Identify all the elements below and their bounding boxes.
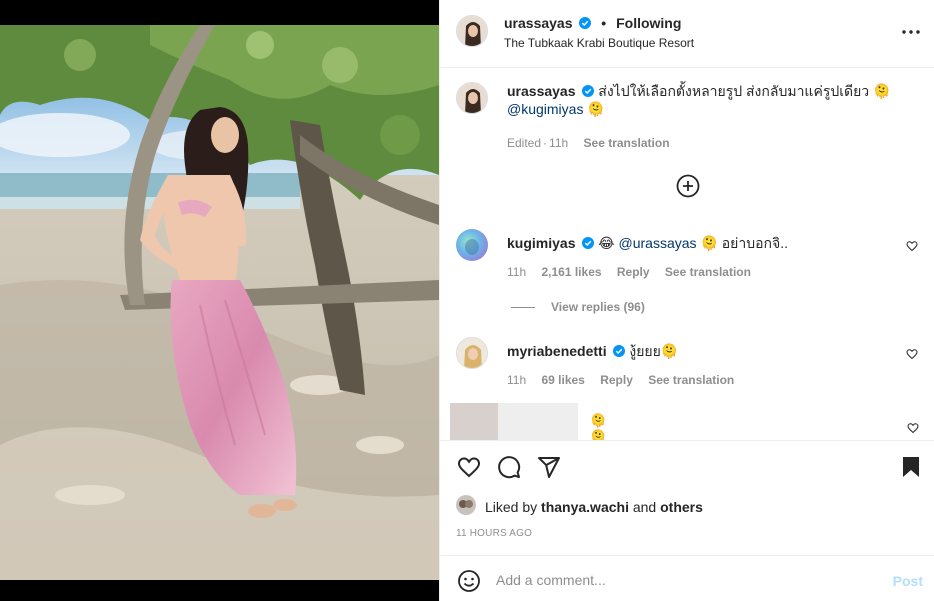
view-replies-label[interactable]: View replies (96) <box>551 300 645 314</box>
more-options-icon[interactable] <box>901 22 921 42</box>
caption-time: 11h <box>549 136 569 150</box>
comment-time: 11h <box>507 373 527 387</box>
comment-icon[interactable] <box>497 455 521 479</box>
send-icon[interactable] <box>537 455 561 479</box>
commenter-avatar[interactable] <box>456 229 488 261</box>
post-header: urassayas • Following The Tubkaak Krabi … <box>440 0 934 68</box>
caption-meta: Edited · 11h See translation <box>507 136 670 150</box>
comment-text: 🫠🫠🫠🫠🫠🫠 <box>590 413 608 440</box>
comment-meta: 11h 2,161 likes Reply See translation <box>507 265 763 279</box>
commenter-avatar[interactable] <box>456 337 488 369</box>
comment-likes[interactable]: 69 likes <box>541 373 584 387</box>
comment-username[interactable]: myriabenedetti <box>507 343 607 359</box>
comment-emoji: 😂 <box>598 235 615 251</box>
comment-username[interactable]: kugimiyas <box>507 235 575 251</box>
post-actions: Liked by thanya.wachi and others 11 HOUR… <box>440 440 934 555</box>
verified-badge-icon <box>582 85 595 97</box>
comment-like-heart-icon[interactable] <box>907 422 919 434</box>
comments-list: urassayas ส่งไปให้เลือกตั้งหลายรูป ส่งกล… <box>440 68 934 440</box>
post-timestamp[interactable]: 11 HOURS AGO <box>456 528 532 539</box>
load-more-comments-icon[interactable] <box>676 174 700 198</box>
blurred-avatar <box>450 403 498 440</box>
post-location[interactable]: The Tubkaak Krabi Boutique Resort <box>504 36 694 50</box>
caption-text: ส่งไปให้เลือกตั้งหลายรูป ส่งกลับมาแค่รูป… <box>598 83 891 99</box>
author-username[interactable]: urassayas <box>504 15 573 31</box>
verified-badge-icon <box>613 345 626 357</box>
post-comment-button[interactable]: Post <box>893 573 923 589</box>
comment-see-translation[interactable]: See translation <box>648 373 734 387</box>
liked-by-conj: and <box>632 499 657 515</box>
caption-username[interactable]: urassayas <box>507 83 576 99</box>
instagram-post-view: urassayas • Following The Tubkaak Krabi … <box>0 0 934 601</box>
bookmark-icon[interactable] <box>899 455 923 479</box>
post-side-panel: urassayas • Following The Tubkaak Krabi … <box>439 0 934 601</box>
liked-by-others[interactable]: others <box>660 499 703 515</box>
caption-see-translation[interactable]: See translation <box>584 136 670 150</box>
reply-button[interactable]: Reply <box>600 373 633 387</box>
caption-avatar[interactable] <box>456 82 488 114</box>
caption-mention-suffix: 🫠 <box>587 101 605 117</box>
comment-time: 11h <box>507 265 527 279</box>
comment-body: kugimiyas 😂 @urassayas 🫠 อย่าบอกจิ.. <box>507 234 907 252</box>
following-button[interactable]: Following <box>616 15 681 31</box>
author-username-line: urassayas • Following <box>504 15 681 31</box>
separator-dot: • <box>601 15 607 31</box>
comment-like-heart-icon[interactable] <box>906 240 918 252</box>
blurred-username <box>498 403 578 440</box>
verified-badge-icon <box>579 17 592 29</box>
caption-edited: Edited <box>507 136 542 150</box>
add-comment-bar: Post <box>440 555 934 601</box>
liker-username[interactable]: thanya.wachi <box>541 499 629 515</box>
comment-mention[interactable]: @urassayas <box>619 235 697 251</box>
beach-photo-image <box>0 25 439 580</box>
comment-body: myriabenedetti งู้ยยย🫠 <box>507 342 907 360</box>
comment-likes[interactable]: 2,161 likes <box>541 265 601 279</box>
comment-like-heart-icon[interactable] <box>906 348 918 360</box>
caption-body: urassayas ส่งไปให้เลือกตั้งหลายรูป ส่งกล… <box>507 82 907 118</box>
comment-text: งู้ยยย🫠 <box>629 343 679 359</box>
liker-avatar[interactable] <box>456 495 476 515</box>
replies-divider-line <box>511 307 535 309</box>
emoji-icon[interactable] <box>457 569 481 593</box>
liked-by-prefix: Liked by <box>485 499 538 515</box>
view-replies-button[interactable]: View replies (96) <box>511 300 645 314</box>
verified-badge-icon <box>582 237 595 249</box>
reply-button[interactable]: Reply <box>617 265 650 279</box>
post-photo[interactable] <box>0 0 439 601</box>
comment-input[interactable] <box>496 569 876 591</box>
author-avatar[interactable] <box>456 15 488 47</box>
comment-text: 🫠 อย่าบอกจิ.. <box>700 235 788 251</box>
caption-mention[interactable]: @kugimiyas <box>507 101 583 117</box>
comment-see-translation[interactable]: See translation <box>665 265 751 279</box>
comment-meta: 11h 69 likes Reply See translation <box>507 373 746 387</box>
heart-icon[interactable] <box>457 455 481 479</box>
liked-by-text: Liked by thanya.wachi and others <box>485 499 703 515</box>
